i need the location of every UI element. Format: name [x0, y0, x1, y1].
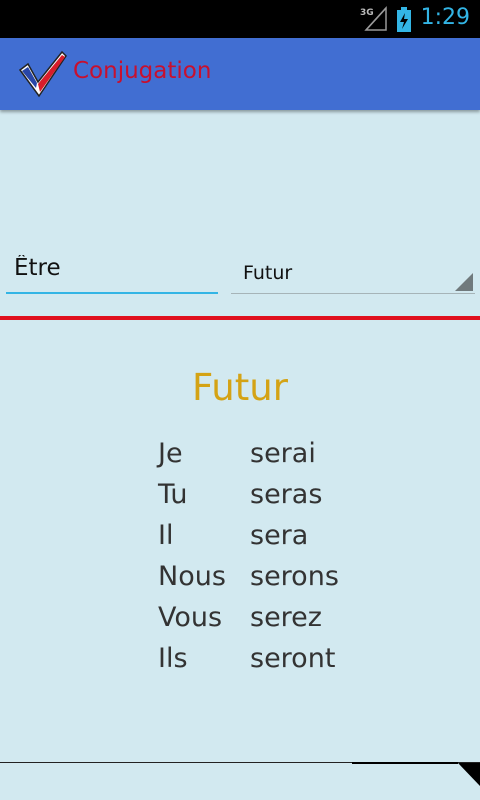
pronoun: Vous	[158, 602, 223, 633]
signal-3g-icon: 3G	[360, 6, 387, 31]
conjugation-row: Je serai	[158, 438, 408, 479]
pronoun: Tu	[158, 479, 188, 510]
battery-charging-icon	[397, 7, 411, 32]
app-title: Conjugation	[73, 58, 212, 84]
verb-form: serons	[250, 561, 339, 592]
conjugation-table: Je serai Tu seras Il sera Nous serons Vo…	[158, 438, 408, 684]
svg-text:3G: 3G	[360, 8, 374, 18]
bottom-tab-icon	[352, 762, 480, 786]
verb-form: sera	[250, 520, 309, 551]
status-bar: 3G 1:29	[0, 0, 480, 38]
tense-heading: Futur	[192, 366, 288, 409]
checkmark-logo-icon[interactable]	[18, 50, 68, 98]
action-bar: Conjugation	[0, 38, 480, 110]
pronoun: Ils	[158, 643, 188, 674]
verb-form: serai	[250, 438, 316, 469]
tense-selected-value: Futur	[243, 262, 293, 284]
dropdown-caret-icon	[455, 273, 473, 291]
bottom-bar	[0, 762, 480, 800]
clock: 1:29	[420, 5, 470, 30]
conjugation-row: Nous serons	[158, 561, 408, 602]
pronoun: Je	[158, 438, 183, 469]
pronoun: Nous	[158, 561, 226, 592]
conjugation-row: Tu seras	[158, 479, 408, 520]
conjugation-row: Ils seront	[158, 643, 408, 684]
pronoun: Il	[158, 520, 174, 551]
verb-form: serez	[250, 602, 322, 633]
conjugation-row: Vous serez	[158, 602, 408, 643]
tense-dropdown[interactable]: Futur	[231, 250, 475, 294]
verb-input[interactable]	[6, 250, 218, 294]
verb-form: seront	[250, 643, 336, 674]
verb-form: seras	[250, 479, 323, 510]
conjugation-row: Il sera	[158, 520, 408, 561]
divider	[0, 316, 480, 320]
